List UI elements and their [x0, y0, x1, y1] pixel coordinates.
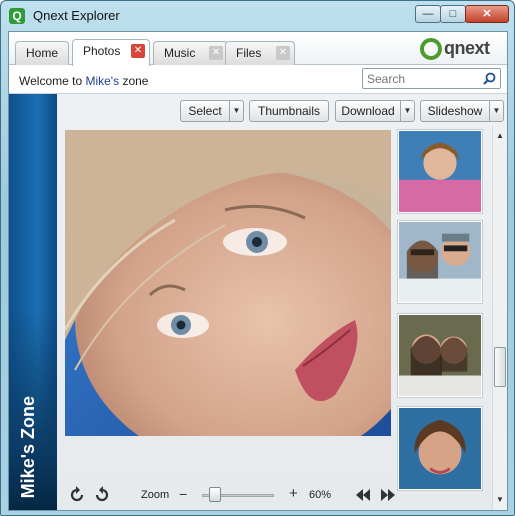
tab-label: Photos: [83, 44, 121, 58]
tab-home[interactable]: Home: [15, 41, 69, 65]
close-tab-icon[interactable]: ✕: [131, 44, 145, 58]
tab-label: Home: [26, 46, 59, 60]
app-icon: Q: [9, 8, 25, 24]
zoom-label: Zoom: [141, 489, 170, 501]
thumbnails-button[interactable]: Thumbnails: [249, 100, 329, 122]
tab-label: Files: [236, 46, 262, 60]
zoom-value: 60%: [309, 489, 332, 501]
chevron-down-icon[interactable]: ▼: [489, 101, 503, 121]
minimize-button[interactable]: —: [415, 5, 441, 23]
zoom-out-button[interactable]: −: [179, 486, 187, 502]
close-tab-icon[interactable]: ✕: [209, 46, 223, 60]
maximize-button[interactable]: □: [440, 5, 466, 23]
tab-label: Music: [164, 46, 196, 60]
thumbnail-image[interactable]: [398, 130, 482, 213]
welcome-suffix: zone: [119, 74, 149, 88]
tab-files[interactable]: Files ✕: [225, 41, 295, 65]
close-tab-icon[interactable]: ✕: [276, 46, 290, 60]
scroll-down-icon[interactable]: ▼: [493, 492, 507, 508]
rotate-left-icon[interactable]: [68, 486, 86, 504]
scroll-up-icon[interactable]: ▲: [493, 128, 507, 144]
slideshow-button[interactable]: Slideshow ▼: [420, 100, 504, 122]
brand-text: qnext: [444, 38, 490, 58]
tab-bar: Home Photos ✕ Music ✕ Files ✕ qnext: [9, 32, 507, 66]
client-area: Home Photos ✕ Music ✕ Files ✕ qnext Welc…: [8, 31, 508, 511]
search-icon[interactable]: [483, 72, 496, 85]
viewer-controls: Zoom − + 60%: [57, 482, 395, 508]
photo-viewer: Select ▼ Thumbnails Download ▼ Slideshow…: [57, 94, 507, 510]
close-window-button[interactable]: ✕: [465, 5, 509, 23]
thumbnails-button-label: Thumbnails: [257, 104, 321, 118]
welcome-bar: Welcome to Mike's zone: [9, 65, 507, 94]
zoom-in-button[interactable]: +: [289, 485, 298, 502]
search-box[interactable]: [362, 68, 501, 89]
main-photo[interactable]: [65, 130, 391, 436]
select-button[interactable]: Select ▼: [180, 100, 244, 122]
search-input[interactable]: [367, 69, 477, 88]
zoom-slider-handle[interactable]: [209, 487, 221, 502]
slideshow-button-label: Slideshow: [427, 104, 483, 118]
download-button[interactable]: Download ▼: [335, 100, 415, 122]
rotate-right-icon[interactable]: [93, 486, 111, 504]
next-photo-icon[interactable]: [379, 486, 397, 504]
qnext-logo-icon: [420, 38, 442, 60]
welcome-user-link[interactable]: Mike's: [85, 74, 119, 88]
main-photo-image: [65, 130, 391, 436]
thumbnail-image[interactable]: [398, 221, 482, 303]
welcome-prefix: Welcome to: [19, 74, 86, 88]
tab-music[interactable]: Music ✕: [153, 41, 228, 65]
title-bar[interactable]: Q Qnext Explorer — □ ✕: [1, 1, 514, 31]
chevron-down-icon[interactable]: ▼: [400, 101, 414, 121]
zone-banner-label: Mike's Zone: [18, 395, 38, 498]
download-button-label: Download: [341, 104, 395, 118]
thumbnail-image[interactable]: [398, 314, 482, 397]
scrollbar-thumb[interactable]: [494, 347, 506, 387]
thumbnail-image[interactable]: [398, 407, 482, 490]
chevron-down-icon[interactable]: ▼: [229, 101, 243, 121]
welcome-text: Welcome to Mike's zone: [19, 74, 148, 88]
qnext-logo: qnext: [420, 38, 500, 62]
thumbnail-strip: [398, 130, 484, 490]
zone-banner: Mike's Zone: [9, 94, 57, 510]
tab-photos[interactable]: Photos ✕: [72, 39, 150, 66]
photo-toolbar: Select ▼ Thumbnails Download ▼ Slideshow…: [57, 94, 507, 126]
select-button-label: Select: [188, 104, 222, 118]
window-frame: Q Qnext Explorer — □ ✕ Home Photos ✕ Mus…: [0, 0, 515, 516]
thumbnail-scrollbar[interactable]: ▲ ▼: [492, 126, 507, 510]
previous-photo-icon[interactable]: [354, 486, 372, 504]
window-title: Qnext Explorer: [33, 8, 120, 23]
